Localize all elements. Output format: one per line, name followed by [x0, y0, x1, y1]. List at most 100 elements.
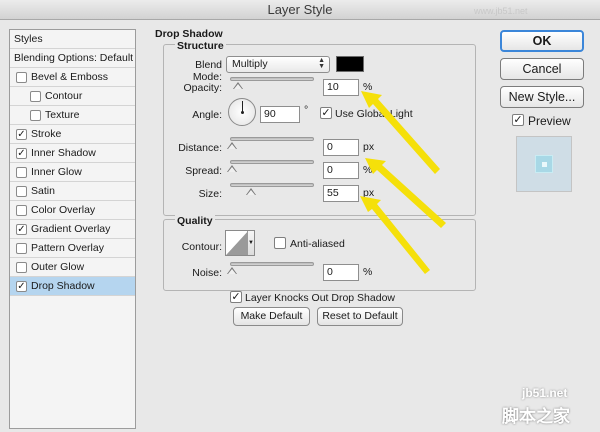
spread-slider-track[interactable] — [227, 160, 314, 172]
styles-list: Styles Blending Options: Default Bevel & … — [9, 29, 136, 429]
shadow-color-swatch[interactable] — [336, 56, 364, 72]
contour-dropdown-icon[interactable]: ▼ — [247, 231, 254, 255]
blend-mode-value: Multiply — [232, 58, 268, 70]
style-item-label: Color Overlay — [31, 204, 96, 216]
style-item-label: Bevel & Emboss — [31, 71, 109, 83]
spread-input[interactable]: 0 — [323, 162, 359, 179]
noise-slider-track[interactable] — [227, 262, 314, 274]
style-item-checkbox[interactable] — [16, 243, 27, 254]
quality-group — [163, 219, 476, 291]
style-item-satin[interactable]: Satin — [10, 182, 135, 201]
style-item-stroke[interactable]: ✓ Stroke — [10, 125, 135, 144]
style-item-checkbox[interactable]: ✓ — [16, 281, 27, 292]
style-item-checkbox[interactable] — [16, 72, 27, 83]
angle-input[interactable]: 90 — [260, 106, 300, 123]
contour-curve-icon — [226, 231, 248, 255]
distance-unit: px — [363, 141, 375, 153]
contour-picker[interactable]: ▼ — [225, 230, 255, 256]
style-item-checkbox[interactable] — [16, 205, 27, 216]
use-global-light-checkbox[interactable]: ✓ — [320, 107, 332, 119]
styles-header-label: Styles — [14, 33, 43, 45]
style-item-drop-shadow[interactable]: ✓ Drop Shadow — [10, 277, 135, 296]
opacity-slider-track[interactable] — [230, 77, 314, 89]
distance-slider-thumb[interactable] — [227, 142, 237, 149]
use-global-light-label: Use Global Light — [335, 108, 413, 120]
style-item-checkbox[interactable] — [30, 110, 41, 121]
watermark-site: jb51.net — [522, 386, 568, 400]
noise-unit: % — [363, 266, 373, 278]
style-item-inner-glow[interactable]: Inner Glow — [10, 163, 135, 182]
checkmark-icon: ✓ — [321, 107, 331, 119]
watermark-cn: 脚本之家 — [502, 407, 570, 426]
style-item-label: Pattern Overlay — [31, 242, 104, 254]
style-item-checkbox[interactable]: ✓ — [16, 148, 27, 159]
anti-aliased-checkbox[interactable] — [274, 237, 286, 249]
distance-input[interactable]: 0 — [323, 139, 359, 156]
style-item-inner-shadow[interactable]: ✓ Inner Shadow — [10, 144, 135, 163]
contour-label: Contour: — [181, 241, 222, 253]
size-input[interactable]: 55 — [323, 185, 359, 202]
angle-dial-center — [241, 111, 244, 114]
knocks-out-checkbox[interactable]: ✓ — [230, 291, 242, 303]
knocks-out-label: Layer Knocks Out Drop Shadow — [245, 292, 395, 304]
preview-thumbnail — [516, 136, 572, 192]
spread-unit: % — [363, 164, 373, 176]
structure-title: Structure — [175, 40, 226, 52]
select-arrows-icon: ▲ ▼ — [318, 57, 325, 70]
style-item-texture[interactable]: Texture — [10, 106, 135, 125]
style-item-label: Drop Shadow — [31, 280, 95, 292]
style-item-checkbox[interactable] — [16, 186, 27, 197]
checkmark-icon: ✓ — [17, 148, 26, 159]
size-unit: px — [363, 187, 375, 199]
checkmark-icon: ✓ — [17, 224, 26, 235]
opacity-unit: % — [363, 81, 373, 93]
ok-button[interactable]: OK — [500, 30, 584, 52]
style-item-blending-options-default[interactable]: Blending Options: Default — [10, 49, 135, 68]
style-item-checkbox[interactable] — [30, 91, 41, 102]
style-item-pattern-overlay[interactable]: Pattern Overlay — [10, 239, 135, 258]
style-item-checkbox[interactable]: ✓ — [16, 224, 27, 235]
style-item-contour[interactable]: Contour — [10, 87, 135, 106]
style-item-checkbox[interactable] — [16, 167, 27, 178]
style-item-bevel-emboss[interactable]: Bevel & Emboss — [10, 68, 135, 87]
watermark-top: www.jb51.net — [474, 6, 528, 16]
spread-slider-thumb[interactable] — [227, 165, 237, 172]
style-item-gradient-overlay[interactable]: ✓ Gradient Overlay — [10, 220, 135, 239]
styles-header[interactable]: Styles — [10, 30, 135, 49]
anti-aliased-label: Anti-aliased — [290, 238, 345, 250]
style-item-label: Satin — [31, 185, 55, 197]
style-item-label: Texture — [45, 109, 80, 121]
checkmark-icon: ✓ — [513, 114, 523, 126]
angle-unit: ° — [304, 104, 309, 116]
spread-label: Spread: — [185, 165, 222, 177]
make-default-button[interactable]: Make Default — [233, 307, 310, 326]
opacity-input[interactable]: 10 — [323, 79, 359, 96]
style-item-checkbox[interactable] — [16, 262, 27, 273]
noise-slider-thumb[interactable] — [227, 267, 237, 274]
style-item-color-overlay[interactable]: Color Overlay — [10, 201, 135, 220]
opacity-label: Opacity: — [183, 82, 222, 94]
preview-checkbox[interactable]: ✓ — [512, 114, 524, 126]
new-style-button[interactable]: New Style... — [500, 86, 584, 108]
blend-mode-select[interactable]: Multiply ▲ ▼ — [226, 56, 330, 73]
drop-shadow-section-title: Drop Shadow — [155, 28, 223, 40]
size-slider-track[interactable] — [230, 183, 314, 195]
style-item-outer-glow[interactable]: Outer Glow — [10, 258, 135, 277]
style-item-label: Inner Shadow — [31, 147, 96, 159]
style-item-label: Gradient Overlay — [31, 223, 111, 235]
size-label: Size: — [198, 188, 222, 200]
noise-input[interactable]: 0 — [323, 264, 359, 281]
opacity-slider-thumb[interactable] — [233, 82, 243, 89]
distance-slider-track[interactable] — [227, 137, 314, 149]
reset-to-default-button[interactable]: Reset to Default — [317, 307, 403, 326]
style-item-checkbox[interactable]: ✓ — [16, 129, 27, 140]
angle-dial[interactable] — [228, 98, 256, 126]
distance-label: Distance: — [178, 142, 222, 154]
style-item-label: Stroke — [31, 128, 62, 140]
style-item-label: Blending Options: Default — [14, 52, 134, 64]
cancel-button[interactable]: Cancel — [500, 58, 584, 80]
quality-title: Quality — [175, 215, 215, 227]
size-slider-thumb[interactable] — [246, 188, 256, 195]
checkmark-icon: ✓ — [231, 291, 241, 303]
style-item-label: Inner Glow — [31, 166, 82, 178]
